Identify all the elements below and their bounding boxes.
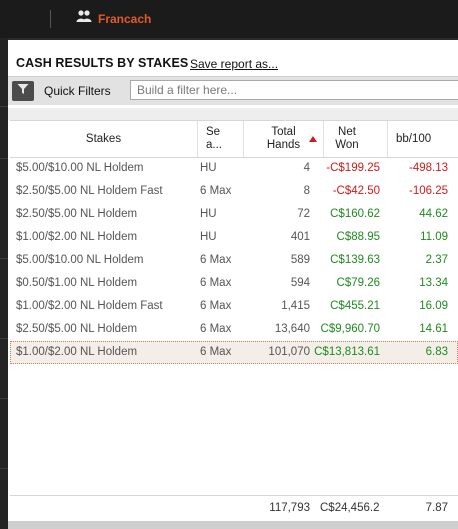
total-hands: 117,793 bbox=[269, 502, 310, 514]
table-row[interactable]: $1.00/$2.00 NL Holdem HU 401 C$88.95 11.09 bbox=[10, 226, 458, 249]
total-bb100: 7.87 bbox=[425, 502, 448, 514]
cell-net-won: C$160.62 bbox=[330, 208, 380, 220]
table-header: Stakes Se a... Total Hands Net Won bb/10… bbox=[10, 120, 458, 158]
cell-total-hands: 101,070 bbox=[268, 346, 310, 358]
left-strip bbox=[0, 38, 8, 529]
report-panel: CASH RESULTS BY STAKES Save report as...… bbox=[8, 40, 458, 529]
cell-seats: 6 Max bbox=[200, 185, 232, 197]
cell-bb100: 2.37 bbox=[425, 254, 448, 266]
cell-total-hands: 589 bbox=[290, 254, 310, 266]
cell-bb100: 16.09 bbox=[419, 300, 448, 312]
cell-seats: 6 Max bbox=[200, 323, 232, 335]
cell-net-won: C$88.95 bbox=[336, 231, 380, 243]
cell-net-won: C$13,813.61 bbox=[314, 346, 380, 358]
table-row[interactable]: $1.00/$2.00 NL Holdem Fast 6 Max 1,415 C$45… bbox=[10, 295, 458, 318]
table-row[interactable]: $2.50/$5.00 NL Holdem 6 Max 13,640 C$9,960.… bbox=[10, 318, 458, 341]
table-group-band bbox=[8, 108, 458, 120]
funnel-icon bbox=[17, 82, 29, 100]
cell-bb100: 44.62 bbox=[419, 208, 448, 220]
cell-total-hands: 1,415 bbox=[281, 300, 310, 312]
cell-bb100: 11.09 bbox=[420, 231, 448, 243]
quick-filters-toggle[interactable] bbox=[12, 81, 34, 101]
sort-up-icon bbox=[309, 133, 317, 146]
table-row[interactable]: $2.50/$5.00 NL Holdem HU 72 C$160.62 44.62 bbox=[10, 203, 458, 226]
cell-bb100: 13.34 bbox=[419, 277, 448, 289]
cell-total-hands: 594 bbox=[290, 277, 310, 289]
cell-stakes: $2.50/$5.00 NL Holdem Fast bbox=[16, 185, 163, 197]
top-bar-separator bbox=[50, 10, 51, 28]
cell-seats: HU bbox=[200, 231, 217, 243]
table-row[interactable]: $0.50/$1.00 NL Holdem 6 Max 594 C$79.26 13.3… bbox=[10, 272, 458, 295]
cell-seats: HU bbox=[200, 208, 217, 220]
cell-net-won: -C$199.25 bbox=[326, 162, 380, 174]
table-row[interactable]: $2.50/$5.00 NL Holdem Fast 6 Max 8 -C$42.50… bbox=[10, 180, 458, 203]
table-row[interactable]: $5.00/$10.00 NL Holdem 6 Max 589 C$139.63 2.… bbox=[10, 249, 458, 272]
cell-bb100: -106.25 bbox=[408, 185, 448, 197]
totals-row: 117,793 C$24,456.2 7.87 bbox=[10, 495, 458, 518]
cell-seats: HU bbox=[200, 162, 217, 174]
cell-seats: 6 Max bbox=[200, 300, 232, 312]
cell-seats: 6 Max bbox=[200, 346, 232, 358]
cell-stakes: $1.00/$2.00 NL Holdem Fast bbox=[16, 300, 163, 312]
quick-filters-bar: Quick Filters bbox=[8, 76, 458, 106]
cell-net-won: C$9,960.70 bbox=[320, 323, 380, 335]
users-icon bbox=[76, 9, 92, 28]
cell-net-won: C$79.26 bbox=[336, 277, 380, 289]
user-menu[interactable]: Francach bbox=[76, 9, 151, 28]
cell-bb100: -498.13 bbox=[408, 162, 448, 174]
cell-stakes: $2.50/$5.00 NL Holdem bbox=[16, 208, 138, 220]
table-body: $5.00/$10.00 NL Holdem HU 4 -C$199.25 -498.1… bbox=[10, 157, 458, 364]
column-header-net-won[interactable]: Net Won bbox=[324, 121, 388, 157]
column-header-bb100[interactable]: bb/100 bbox=[388, 121, 458, 157]
top-bar: Francach bbox=[0, 0, 458, 38]
cell-total-hands: 4 bbox=[303, 162, 310, 174]
cell-stakes: $5.00/$10.00 NL Holdem bbox=[16, 162, 144, 174]
table-row[interactable]: $1.00/$2.00 NL Holdem 6 Max 101,070 C$13,81… bbox=[10, 341, 458, 364]
column-header-stakes[interactable]: Stakes bbox=[10, 121, 198, 157]
cell-seats: 6 Max bbox=[200, 254, 232, 266]
horizontal-scrollbar[interactable] bbox=[8, 521, 458, 529]
cell-bb100: 14.61 bbox=[419, 323, 448, 335]
cell-total-hands: 8 bbox=[303, 185, 310, 197]
table-row[interactable]: $5.00/$10.00 NL Holdem HU 4 -C$199.25 -498.1… bbox=[10, 157, 458, 180]
cell-total-hands: 401 bbox=[290, 231, 310, 243]
user-name: Francach bbox=[98, 11, 152, 26]
quick-filters-label: Quick Filters bbox=[44, 84, 111, 98]
cell-bb100: 6.83 bbox=[425, 346, 448, 358]
cell-net-won: C$455.21 bbox=[330, 300, 380, 312]
cell-stakes: $1.00/$2.00 NL Holdem bbox=[16, 231, 138, 243]
cell-seats: 6 Max bbox=[200, 277, 232, 289]
cell-stakes: $0.50/$1.00 NL Holdem bbox=[16, 277, 138, 289]
cell-net-won: -C$42.50 bbox=[332, 185, 380, 197]
cell-total-hands: 13,640 bbox=[274, 323, 310, 335]
column-header-seats[interactable]: Se a... bbox=[198, 121, 244, 157]
cell-net-won: C$139.63 bbox=[330, 254, 380, 266]
cell-stakes: $1.00/$2.00 NL Holdem bbox=[16, 346, 138, 358]
cell-stakes: $2.50/$5.00 NL Holdem bbox=[16, 323, 138, 335]
cell-total-hands: 72 bbox=[297, 208, 310, 220]
report-title: CASH RESULTS BY STAKES bbox=[16, 56, 189, 70]
column-header-total-hands[interactable]: Total Hands bbox=[244, 121, 324, 157]
total-net-won: C$24,456.2 bbox=[320, 502, 380, 514]
filter-builder-input[interactable] bbox=[130, 80, 458, 100]
cell-stakes: $5.00/$10.00 NL Holdem bbox=[16, 254, 144, 266]
save-report-link[interactable]: Save report as... bbox=[190, 57, 278, 71]
